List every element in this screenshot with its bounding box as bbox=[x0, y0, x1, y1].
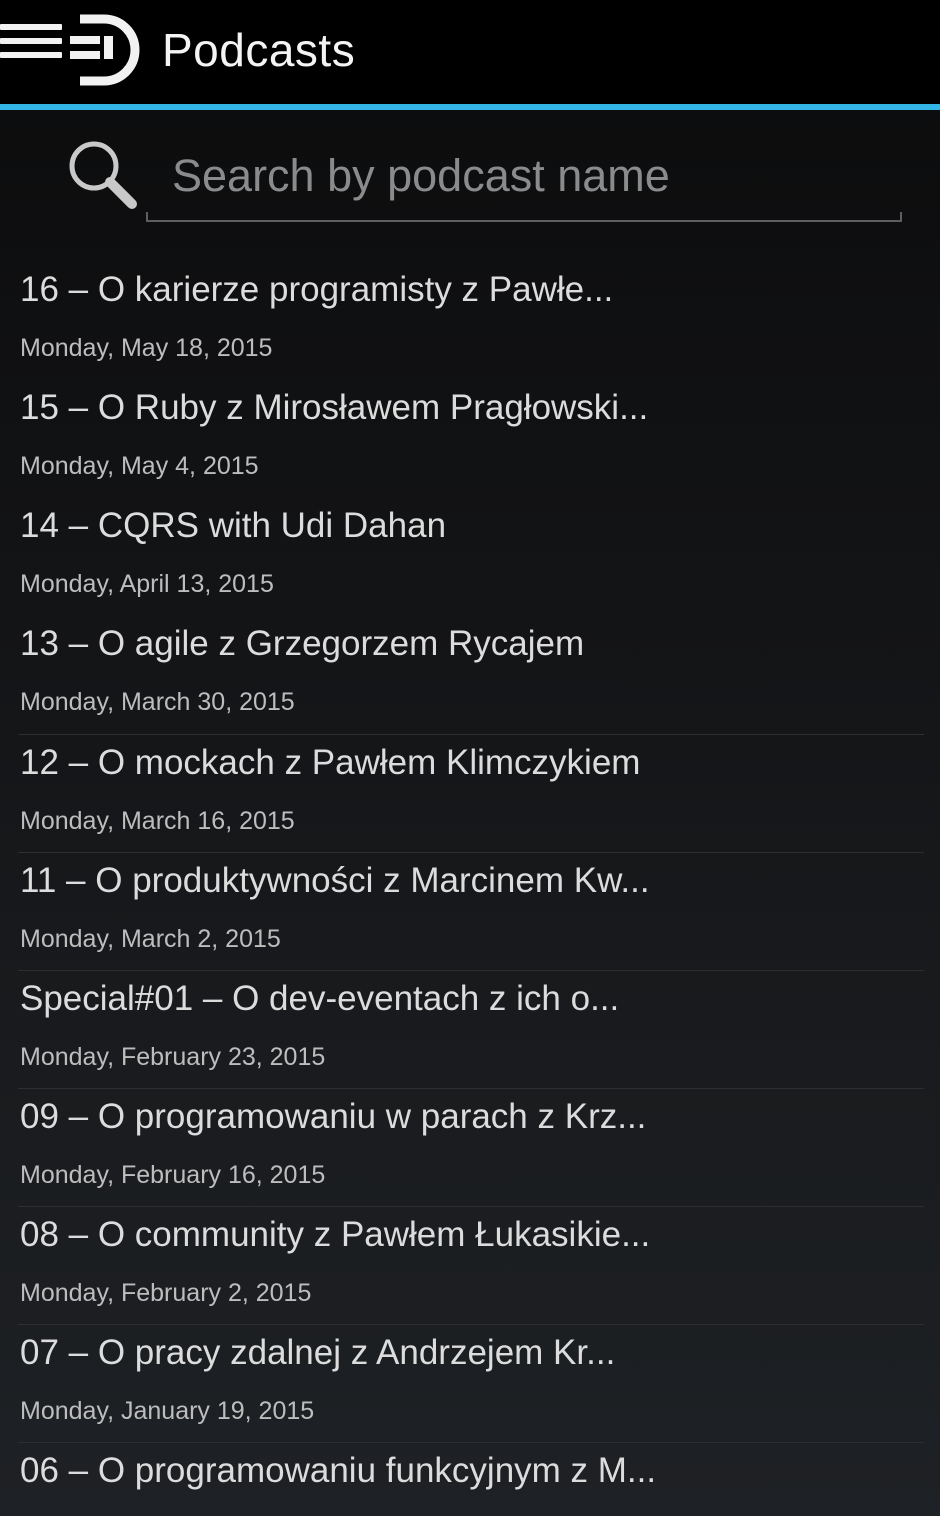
search-input[interactable] bbox=[150, 136, 900, 216]
podcast-list-item[interactable]: 07 – O pracy zdalnej z Andrzejem Kr... M… bbox=[18, 1324, 924, 1442]
podcast-list-item[interactable]: 15 – O Ruby z Mirosławem Pragłowski... M… bbox=[18, 380, 924, 498]
podcasts-screen: Podcasts 16 – O karierze programisty z P… bbox=[0, 0, 940, 1516]
podcast-list-item[interactable]: Special#01 – O dev-eventach z ich o... M… bbox=[18, 970, 924, 1088]
podcast-title: 13 – O agile z Grzegorzem Rycajem bbox=[20, 624, 585, 663]
podcast-title: 09 – O programowaniu w parach z Krz... bbox=[20, 1097, 647, 1136]
podcast-date: Monday, March 2, 2015 bbox=[20, 925, 281, 953]
action-bar-accent-line bbox=[0, 104, 940, 110]
podcast-title: 15 – O Ruby z Mirosławem Pragłowski... bbox=[20, 388, 649, 427]
podcast-date: Monday, April 13, 2015 bbox=[20, 570, 274, 598]
action-bar: Podcasts bbox=[0, 0, 940, 104]
podcast-date: Monday, May 4, 2015 bbox=[20, 452, 259, 480]
search-bar bbox=[0, 130, 940, 230]
podcast-title: 12 – O mockach z Pawłem Klimczykiem bbox=[20, 743, 641, 782]
app-title: Podcasts bbox=[162, 24, 356, 76]
podcast-date: Monday, March 30, 2015 bbox=[20, 688, 295, 716]
podcast-title: 07 – O pracy zdalnej z Andrzejem Kr... bbox=[20, 1333, 616, 1372]
app-logo-icon[interactable] bbox=[70, 14, 144, 86]
podcast-list-item[interactable]: 08 – O community z Pawłem Łukasikie... M… bbox=[18, 1206, 924, 1324]
podcast-title: Special#01 – O dev-eventach z ich o... bbox=[20, 979, 620, 1018]
search-input-underline bbox=[146, 212, 902, 222]
search-icon[interactable] bbox=[64, 136, 144, 216]
podcast-list-item[interactable]: 14 – CQRS with Udi Dahan Monday, April 1… bbox=[18, 498, 924, 616]
podcast-list-item[interactable]: 16 – O karierze programisty z Pawłe... M… bbox=[18, 262, 924, 380]
podcast-title: 08 – O community z Pawłem Łukasikie... bbox=[20, 1215, 651, 1254]
podcast-date: Monday, January 19, 2015 bbox=[20, 1397, 315, 1425]
podcast-date: Monday, February 23, 2015 bbox=[20, 1043, 326, 1071]
podcast-date: Monday, May 18, 2015 bbox=[20, 334, 273, 362]
podcast-title: 16 – O karierze programisty z Pawłe... bbox=[20, 270, 614, 309]
podcast-list-item[interactable]: 13 – O agile z Grzegorzem Rycajem Monday… bbox=[18, 616, 924, 734]
podcast-title: 14 – CQRS with Udi Dahan bbox=[20, 506, 447, 545]
podcast-list-item[interactable]: 12 – O mockach z Pawłem Klimczykiem Mond… bbox=[18, 734, 924, 852]
podcast-list-item[interactable]: 09 – O programowaniu w parach z Krz... M… bbox=[18, 1088, 924, 1206]
podcast-date: Monday, March 16, 2015 bbox=[20, 807, 295, 835]
podcast-date: Monday, February 2, 2015 bbox=[20, 1279, 312, 1307]
podcast-title: 11 – O produktywności z Marcinem Kw... bbox=[20, 861, 650, 900]
podcast-list-item[interactable]: 06 – O programowaniu funkcyjnym z M... bbox=[18, 1442, 924, 1516]
podcast-date: Monday, February 16, 2015 bbox=[20, 1161, 326, 1189]
podcast-title: 06 – O programowaniu funkcyjnym z M... bbox=[20, 1451, 657, 1490]
podcast-list: 16 – O karierze programisty z Pawłe... M… bbox=[18, 262, 924, 1516]
hamburger-menu-icon[interactable] bbox=[0, 24, 66, 70]
podcast-list-item[interactable]: 11 – O produktywności z Marcinem Kw... M… bbox=[18, 852, 924, 970]
